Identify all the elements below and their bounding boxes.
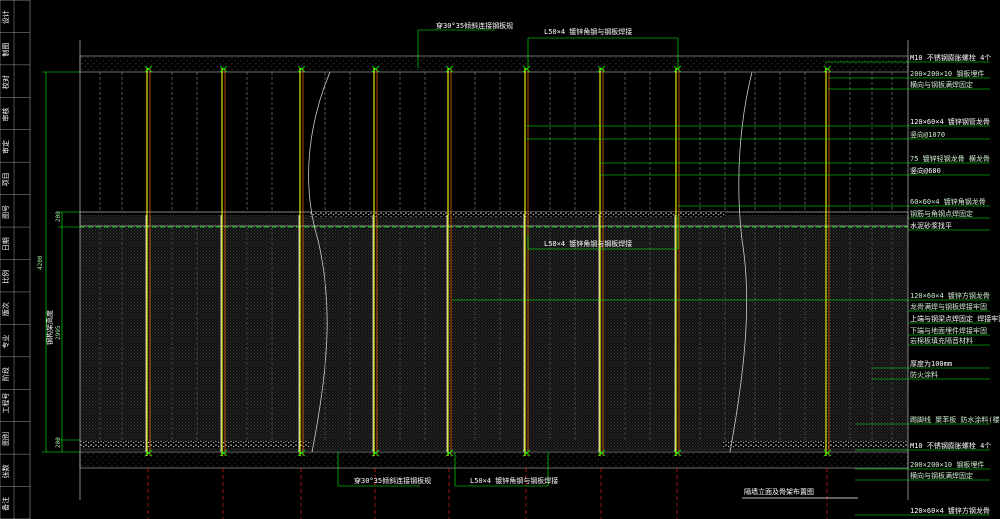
callout-label: 钢筋与角钢点焊固定: [910, 209, 973, 218]
bottom-label-1: 穿30°35倾斜连接钢板规: [354, 476, 431, 485]
base-gravel-right: [722, 441, 907, 448]
callout-label: 龙骨满焊与钢板焊接牢固: [910, 302, 987, 311]
sidebar-cell: 阶段: [1, 367, 10, 381]
sidebar-cell: 张数: [1, 464, 10, 478]
top-label-2: L50×4 镀锌角钢与钢板焊接: [544, 27, 632, 36]
sidebar-cell: 图别: [1, 432, 10, 446]
sidebar-cell: 制图: [1, 43, 10, 57]
sidebar-cell: 校对: [1, 75, 10, 89]
top-slab: [79, 55, 909, 73]
callout-label: 120×60×4 镀锌方钢龙骨: [910, 506, 990, 515]
callout-label: 120×60×4 镀锌钢管龙骨: [910, 117, 990, 126]
callout-label: M10 不锈钢膨胀螺栓 4个: [910, 441, 991, 450]
callout-label: 横向与钢板满焊固定: [910, 80, 973, 89]
callout-label: M10 不锈钢膨胀螺栓 4个: [910, 53, 991, 62]
callout-label: 水泥砂浆找平: [910, 221, 952, 230]
callout-label: 上端与钢梁点焊固定 焊接牢固: [910, 314, 1000, 323]
sidebar-cell: 版次: [1, 302, 10, 316]
callout-label: 120×60×4 镀锌方钢龙骨: [910, 291, 990, 300]
dim-base: 200: [55, 437, 62, 448]
dimension-chain-left: 4200 200 2995 200 钢构架高度: [37, 71, 80, 453]
sidebar-cell: 专业: [1, 335, 10, 349]
dim-lower: 2995: [55, 325, 62, 340]
middle-beam-gravel: [310, 212, 725, 217]
wall-infill-lower: [80, 215, 908, 452]
callout-label: 200×200×10 钢板埋件: [910, 69, 984, 78]
sidebar-cell: 图号: [2, 205, 10, 219]
callout-label: 横向与钢板满焊固定: [910, 471, 973, 480]
sidebar-cell: 备注: [1, 497, 10, 511]
bottom-label-2: L50×4 镀锌角钢与钢板焊接: [470, 476, 558, 485]
wall-infill-top-overlay: [80, 72, 908, 215]
sidebar-cell: 日期: [2, 237, 10, 251]
callout-label: 60×60×4 镀锌角钢龙骨: [910, 197, 986, 206]
top-label-1: 穿30°35倾斜连接钢板规: [436, 21, 513, 30]
callout-label: 防火涂料: [910, 370, 938, 379]
sidebar-cell: 项目: [2, 172, 10, 186]
callout-label: 竖向@600: [910, 166, 941, 175]
base-gravel-left: [80, 441, 310, 448]
sidebar-cell: 审定: [1, 140, 10, 154]
callout-label: 200×200×10 钢板埋件: [910, 460, 984, 469]
dim-total: 4200: [37, 255, 44, 270]
sidebar-cell: 比例: [1, 270, 10, 284]
callout-label: 厚度为100mm: [910, 359, 952, 368]
mid-label: L50×4 镀锌角钢与钢板焊接: [544, 239, 632, 248]
callout-label: 75 镀锌轻钢龙骨 横龙骨: [910, 154, 990, 163]
dim-beam: 200: [55, 211, 62, 222]
callout-label: 踢脚线 聚苯板 防水涂料(楼地面整体): [910, 415, 1000, 424]
callout-label: 竖向@1070: [910, 130, 945, 139]
cad-drawing-canvas: 设计制图校对审核审定项目图号日期比例版次专业阶段工程号图别张数备注 4200 2…: [0, 0, 1000, 519]
drawing-title: 隔墙立面及骨架布置图: [744, 487, 814, 496]
title-block-sidebar: 设计制图校对审核审定项目图号日期比例版次专业阶段工程号图别张数备注: [0, 0, 31, 519]
callout-label: 下端与地面埋件焊接牢固: [910, 326, 987, 335]
sidebar-cell: 工程号: [1, 392, 10, 413]
bottom-slab: [79, 451, 909, 469]
callout-label: 岩棉板填充隔音材料: [910, 336, 973, 345]
sidebar-cell: 设计: [1, 10, 10, 24]
sidebar-cell: 审核: [1, 108, 10, 122]
left-vertical-note: 钢构架高度: [45, 310, 54, 345]
